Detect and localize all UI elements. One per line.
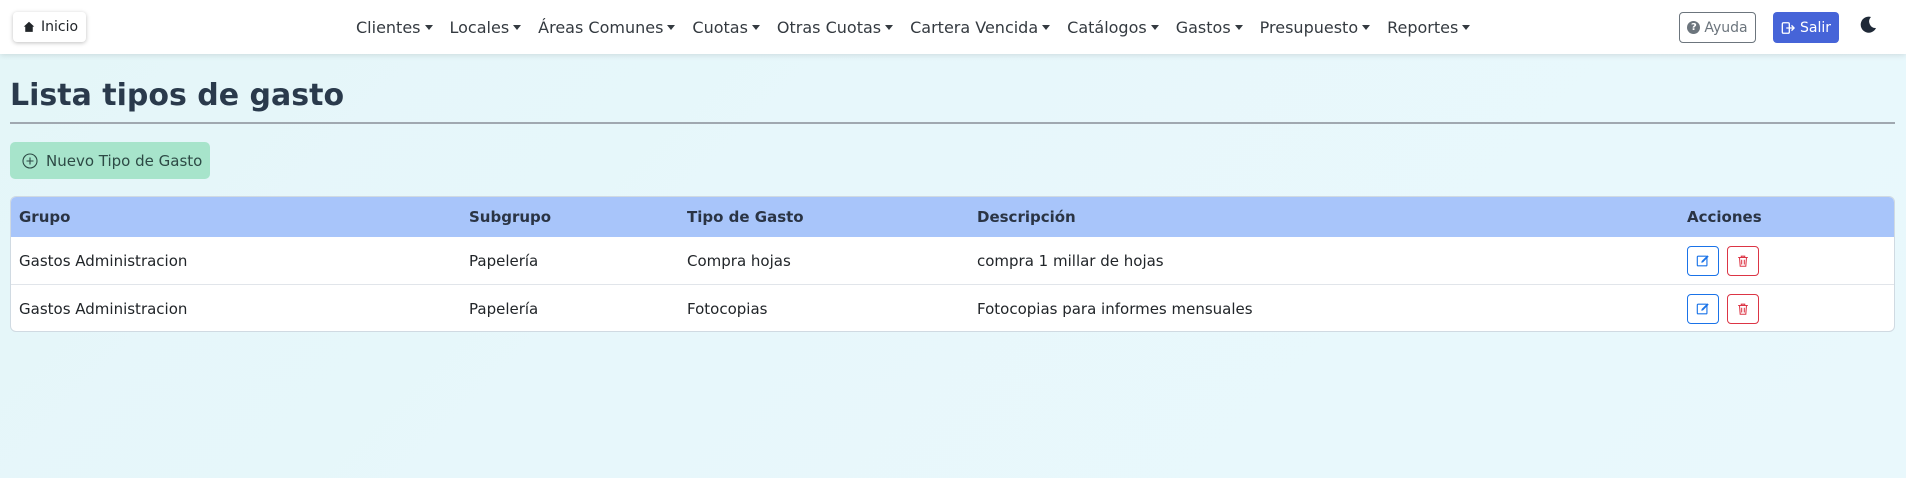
edit-button[interactable] (1687, 246, 1719, 276)
header-acciones: Acciones (1687, 208, 1762, 226)
new-expense-type-button[interactable]: Nuevo Tipo de Gasto (10, 142, 210, 179)
delete-button[interactable] (1727, 294, 1759, 324)
menu-otras-cuotas[interactable]: Otras Cuotas (776, 17, 894, 37)
caret-down-icon (1150, 24, 1159, 30)
menu-label: Cartera Vencida (910, 17, 1039, 37)
caret-down-icon (513, 24, 522, 30)
trash-icon (1738, 255, 1748, 267)
table-header: Grupo Subgrupo Tipo de Gasto Descripción… (11, 197, 1894, 237)
menu-cartera-vencida[interactable]: Cartera Vencida (910, 17, 1051, 37)
menu-label: Reportes (1387, 17, 1459, 37)
delete-button[interactable] (1727, 246, 1759, 276)
menu-cuotas[interactable]: Cuotas (692, 18, 760, 37)
header-subgrupo: Subgrupo (469, 208, 552, 226)
menu-label: Otras Cuotas (776, 17, 882, 37)
question-circle-icon: ? (1687, 21, 1701, 34)
main-menu: Clientes Locales Áreas Comunes Cuotas Ot… (356, 0, 1487, 54)
title-divider (10, 122, 1895, 124)
home-icon (23, 21, 35, 32)
caret-down-icon (667, 24, 676, 30)
menu-catalogos[interactable]: Catálogos (1067, 18, 1159, 37)
caret-down-icon (1462, 24, 1471, 30)
cell-subgrupo: Papelería (469, 300, 539, 318)
menu-clientes[interactable]: Clientes (356, 18, 433, 37)
home-label: Inicio (41, 19, 79, 35)
caret-down-icon (751, 24, 760, 30)
cell-descripcion: Fotocopias para informes mensuales (977, 300, 1253, 318)
cell-descripcion: compra 1 millar de hojas (977, 251, 1164, 270)
logout-icon (1781, 21, 1795, 34)
page-title: Lista tipos de gasto (10, 78, 345, 113)
menu-label: Clientes (356, 17, 421, 37)
menu-label: Presupuesto (1259, 17, 1359, 37)
cell-tipo-de-gasto: Fotocopias (687, 300, 768, 318)
help-label: Ayuda (1704, 19, 1748, 36)
theme-toggle[interactable] (1858, 15, 1878, 35)
cell-grupo: Gastos Administracion (19, 300, 188, 318)
menu-locales[interactable]: Locales (450, 18, 522, 37)
header-tipo-de-gasto: Tipo de Gasto (687, 208, 804, 226)
table-row: Gastos Administracion Papelería Compra h… (11, 237, 1894, 285)
row-actions (1687, 246, 1759, 276)
new-expense-type-label: Nuevo Tipo de Gasto (46, 151, 203, 170)
top-navbar: Inicio Clientes Locales Áreas Comunes Cu… (0, 0, 1906, 54)
table-row: Gastos Administracion Papelería Fotocopi… (11, 285, 1894, 331)
expense-types-table: Grupo Subgrupo Tipo de Gasto Descripción… (10, 196, 1895, 332)
plus-circle-icon (22, 152, 38, 169)
menu-label: Cuotas (692, 17, 748, 37)
menu-label: Gastos (1175, 17, 1231, 37)
menu-presupuesto[interactable]: Presupuesto (1259, 17, 1371, 37)
menu-label: Locales (449, 17, 510, 37)
menu-label: Catálogos (1067, 17, 1147, 37)
menu-areas-comunes[interactable]: Áreas Comunes (538, 17, 676, 37)
caret-down-icon (1362, 24, 1371, 30)
logout-label: Salir (1799, 19, 1831, 36)
cell-grupo: Gastos Administracion (19, 251, 188, 270)
caret-down-icon (1042, 24, 1051, 30)
logout-button[interactable]: Salir (1773, 12, 1839, 43)
help-button[interactable]: ? Ayuda (1679, 12, 1756, 43)
trash-icon (1738, 303, 1748, 315)
header-grupo: Grupo (19, 208, 71, 226)
moon-icon (1860, 16, 1876, 33)
menu-reportes[interactable]: Reportes (1387, 17, 1471, 37)
menu-gastos[interactable]: Gastos (1176, 18, 1243, 37)
caret-down-icon (424, 24, 433, 30)
caret-down-icon (1234, 24, 1243, 30)
header-descripcion: Descripción (977, 208, 1076, 226)
cell-tipo-de-gasto: Compra hojas (687, 251, 791, 270)
edit-icon (1696, 303, 1709, 315)
cell-subgrupo: Papelería (469, 251, 539, 270)
home-button[interactable]: Inicio (13, 12, 87, 42)
menu-label: Áreas Comunes (538, 17, 664, 37)
caret-down-icon (885, 24, 894, 30)
edit-icon (1696, 255, 1709, 267)
edit-button[interactable] (1687, 294, 1719, 324)
row-actions (1687, 294, 1759, 324)
